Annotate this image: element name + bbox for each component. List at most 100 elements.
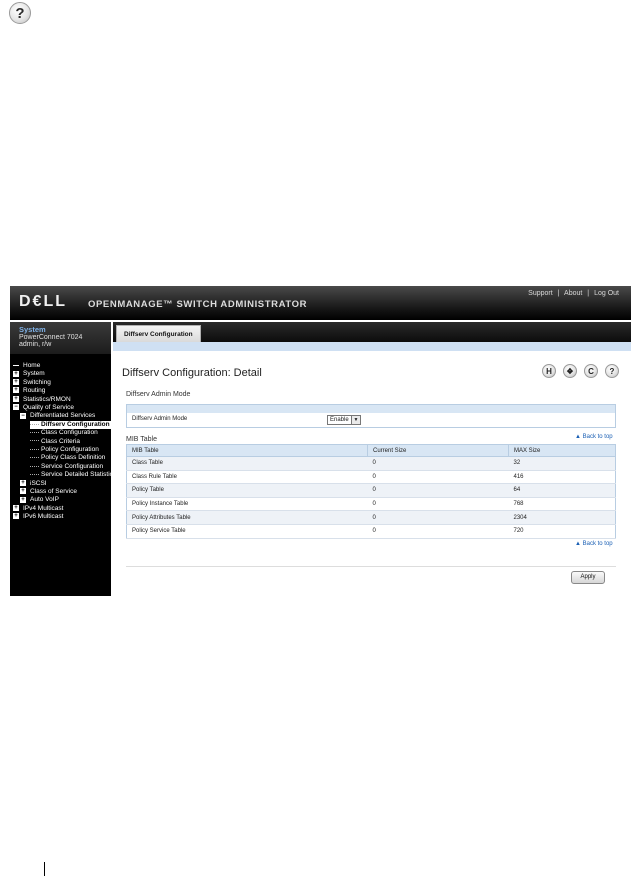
admin-mode-form: Diffserv Admin Mode Enable ▼ [126,404,616,428]
sidebar-item[interactable]: + Routing [13,387,111,395]
table-cell: 720 [508,524,616,539]
column-header: Current Size [367,444,509,457]
tab-bar: Diffserv Configuration [113,322,631,343]
sidebar-item[interactable]: − Differentiated Services [20,412,111,420]
sidebar-item[interactable]: + IPv6 Multicast [13,513,111,521]
system-info: System PowerConnect 7024 admin, r/w [10,322,111,354]
print-icon[interactable]: ❖ [563,364,577,378]
expand-icon[interactable]: + [13,387,19,394]
table-cell: 0 [367,524,509,539]
triangle-up-icon: ▲ [575,541,583,547]
expand-icon[interactable]: + [20,488,26,495]
tree-connector [30,448,39,450]
page-toolbar: H ❖ C ? [542,364,619,378]
sidebar-item-label: Switching [23,378,51,386]
leaf-icon [13,364,19,366]
table-row: Policy Table 0 64 [126,483,616,498]
product-title: OPENMANAGE™ SWITCH ADMINISTRATOR [88,299,308,310]
sidebar-item-label: Auto VoIP [30,496,59,504]
expand-icon[interactable]: + [13,370,19,377]
tab-diffserv-configuration[interactable]: Diffserv Configuration [116,325,201,343]
collapse-icon[interactable]: − [13,404,19,411]
apply-button[interactable]: Apply [571,571,605,584]
table-cell: 416 [508,470,616,485]
tree-connector [30,423,39,425]
sidebar-item[interactable]: Home [13,362,111,370]
admin-mode-value: Enable [330,417,349,423]
sidebar-item[interactable]: + Class of Service [20,488,111,496]
table-cell: Class Rule Table [126,470,368,485]
table-cell: Policy Table [126,483,368,498]
expand-icon[interactable]: + [13,395,19,402]
refresh-icon[interactable]: C [584,364,598,378]
print-glyph: ❖ [566,366,574,376]
help-icon[interactable]: ? [605,364,619,378]
refresh-glyph: C [588,366,594,376]
tree-connector [30,431,39,433]
sidebar-item[interactable]: Class Configuration [30,429,111,437]
triangle-up-icon: ▲ [575,434,583,440]
sidebar: System PowerConnect 7024 admin, r/w Home… [10,322,111,596]
sidebar-item[interactable]: Service Detailed Statistics [30,471,111,479]
sidebar-item[interactable]: + Statistics/RMON [13,396,111,404]
admin-mode-select[interactable]: Enable ▼ [327,415,361,425]
sidebar-item-label: Class Criteria [41,437,81,445]
sidebar-item-label: Policy Configuration [41,446,99,453]
divider [126,566,616,567]
sidebar-item[interactable]: Service Configuration [30,463,111,471]
expand-icon[interactable]: + [20,496,26,503]
table-row: Policy Attributes Table 0 2304 [126,510,616,525]
table-header-row: MIB Table Current Size MAX Size [126,444,616,457]
help-glyph: ? [609,366,615,376]
sidebar-item-label: Diffserv Configuration [41,420,110,428]
logout-link[interactable]: Log Out [594,290,619,297]
chevron-down-icon: ▼ [351,416,360,424]
back-to-top-link[interactable]: ▲ Back to top [575,541,613,547]
expand-icon[interactable]: + [13,505,19,512]
back-to-top-link[interactable]: ▲ Back to top [575,434,613,440]
sidebar-item[interactable]: + System [13,370,111,378]
sidebar-item[interactable]: Policy Class Definition [30,454,111,462]
support-link[interactable]: Support [528,290,553,297]
save-glyph: H [546,366,552,376]
collapse-icon[interactable]: − [20,412,26,419]
sidebar-item-label: Statistics/RMON [23,395,71,403]
save-icon[interactable]: H [542,364,556,378]
expand-icon[interactable]: + [13,379,19,386]
column-header: MIB Table [126,444,368,457]
table-cell: 0 [367,470,509,485]
table-cell: 0 [367,497,509,512]
sidebar-item[interactable]: + iSCSI [20,480,111,488]
table-cell: Policy Attributes Table [126,510,368,525]
link-separator: | [557,290,560,297]
table-cell: 32 [508,456,616,471]
sidebar-item-label: IPv4 Multicast [23,504,64,512]
main-panel: Diffserv Configuration Diffserv Configur… [113,322,631,596]
admin-mode-label: Diffserv Admin Mode [132,416,188,422]
column-header: MAX Size [508,444,616,457]
system-title[interactable]: System [19,325,46,334]
expand-icon[interactable]: + [20,479,26,486]
table-cell: 768 [508,497,616,512]
about-link[interactable]: About [564,290,582,297]
expand-icon[interactable]: + [13,513,19,520]
dell-logo: D€LL [19,293,67,310]
sidebar-item[interactable]: + IPv4 Multicast [13,505,111,513]
sidebar-item[interactable]: + Switching [13,379,111,387]
sidebar-item[interactable]: Diffserv Configuration [30,420,111,429]
sidebar-item[interactable]: Class Criteria [30,438,111,446]
back-to-top-label: Back to top [582,541,613,547]
sidebar-item-label: Policy Class Definition [41,454,106,462]
table-cell: Class Table [126,456,368,471]
top-links: Support | About | Log Out [528,290,619,297]
link-separator: | [587,290,590,297]
table-row: Policy Service Table 0 720 [126,524,616,539]
table-cell: Policy Service Table [126,524,368,539]
table-row: Class Table 0 32 [126,456,616,471]
sidebar-item-label: Class Configuration [41,429,98,437]
sidebar-item[interactable]: Policy Configuration [30,446,111,454]
sidebar-item[interactable]: + Auto VoIP [20,496,111,504]
sidebar-item-label: Differentiated Services [30,412,96,420]
help-icon: ? [9,2,31,24]
sidebar-item[interactable]: − Quality of Service [13,404,111,412]
